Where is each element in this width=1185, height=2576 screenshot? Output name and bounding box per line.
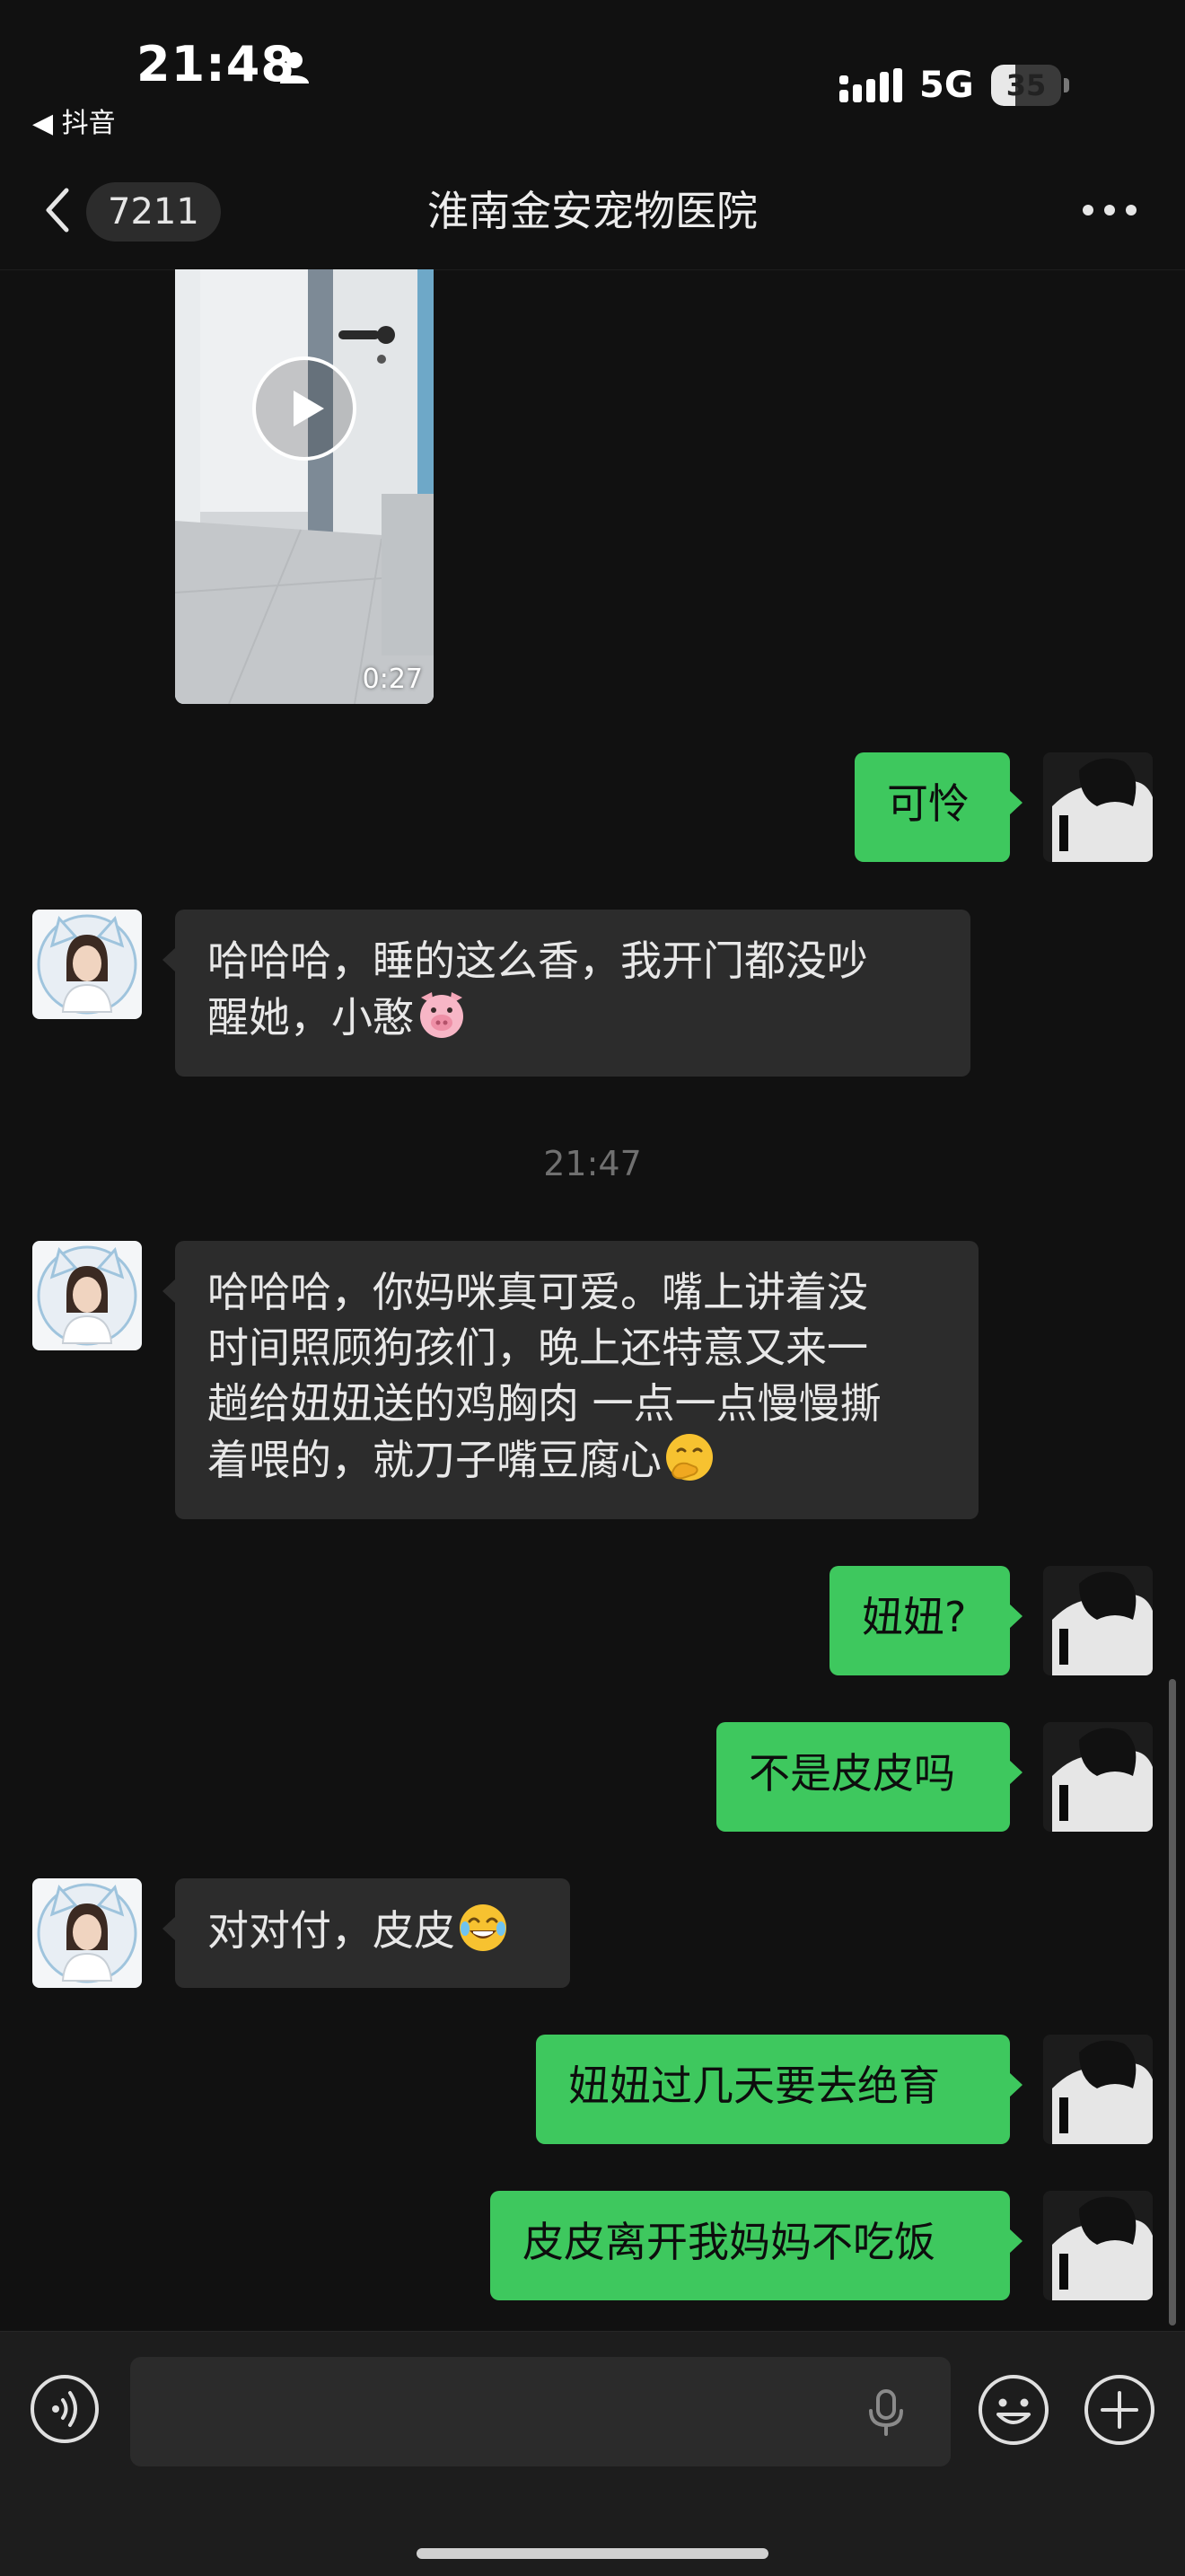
my-avatar[interactable] [1043, 2191, 1153, 2300]
my-avatar[interactable] [1043, 2035, 1153, 2144]
message-text-line: 醒她，小憨 [207, 993, 414, 1042]
battery-icon: 35 [991, 65, 1070, 106]
my-avatar[interactable] [1043, 752, 1153, 862]
message-text: 对对付，皮皮 [207, 1906, 455, 1955]
message-text-line: 时间照顾狗孩们，晚上还特意又来一 [207, 1323, 868, 1372]
message-text-line: 哈哈哈，你妈咪真可爱。嘴上讲着没 [207, 1268, 868, 1316]
voice-input-icon[interactable] [29, 2373, 101, 2445]
microphone-icon[interactable] [864, 2387, 908, 2438]
network-type: 5G [919, 65, 974, 106]
video-duration: 0:27 [362, 664, 423, 695]
emoji-picker-icon[interactable] [977, 2373, 1050, 2447]
play-icon[interactable] [250, 355, 358, 462]
input-bar [0, 2331, 1185, 2576]
chat-timestamp: 21:47 [543, 1144, 642, 1183]
tears-of-joy-emoji [460, 1904, 506, 1951]
video-message[interactable]: 0:27 [175, 269, 434, 704]
thinking-hand-over-mouth-emoji [666, 1434, 713, 1481]
message-bubble[interactable]: 可怜 [855, 752, 1023, 862]
more-options-icon[interactable] [1081, 203, 1138, 217]
message-bubble[interactable]: 妞妞过几天要去绝育 [536, 2035, 1023, 2144]
message-text: 不是皮皮吗 [749, 1749, 955, 1798]
status-time: 21:48 [136, 36, 295, 92]
message-bubble[interactable]: 对对付，皮皮 [162, 1878, 570, 1988]
message-text-line: 着喂的，就刀子嘴豆腐心 [207, 1436, 662, 1484]
plus-icon[interactable] [1083, 2373, 1156, 2447]
contact-avatar[interactable] [32, 1241, 142, 1350]
contact-avatar[interactable] [32, 1878, 142, 1988]
back-to-app-link[interactable]: ◀ 抖音 [32, 101, 116, 140]
unread-count-badge[interactable]: 7211 [86, 182, 221, 242]
signal-strength-icon [839, 68, 902, 102]
status-bar: 21:48 ◀ 抖音 5G 35 [0, 0, 1185, 162]
home-indicator[interactable] [417, 2548, 768, 2559]
battery-level: 35 [1005, 68, 1047, 102]
contact-avatar[interactable] [32, 910, 142, 1019]
chat-title: 淮南金安宠物医院 [427, 187, 758, 235]
message-bubble[interactable]: 哈哈哈，睡的这么香，我开门都没吵 醒她，小憨 [162, 910, 970, 1077]
my-avatar[interactable] [1043, 1722, 1153, 1832]
pig-face-emoji [420, 992, 463, 1038]
message-text-line: 哈哈哈，睡的这么香，我开门都没吵 [207, 936, 868, 985]
person-icon [280, 52, 309, 84]
message-text: 可怜 [887, 779, 970, 828]
message-text: 妞妞? [862, 1593, 967, 1641]
message-bubble[interactable]: 不是皮皮吗 [716, 1722, 1023, 1832]
message-bubble[interactable]: 妞妞? [830, 1566, 1023, 1675]
scrollbar[interactable] [1169, 1679, 1176, 2325]
message-text: 妞妞过几天要去绝育 [568, 2062, 940, 2110]
back-arrow-icon[interactable] [40, 183, 75, 237]
message-text-line: 趟给妞妞送的鸡胸肉 一点一点慢慢撕 [207, 1379, 882, 1428]
chat-header: 7211 淮南金安宠物医院 [0, 162, 1185, 270]
video-thumbnail [175, 269, 434, 704]
message-text: 皮皮离开我妈妈不吃饭 [522, 2218, 935, 2266]
message-input[interactable] [130, 2357, 951, 2466]
my-avatar[interactable] [1043, 1566, 1153, 1675]
message-list[interactable]: 0:27 可怜 哈哈哈，睡的这么香，我开门都没吵 醒她，小憨 21:47 哈哈哈… [0, 269, 1185, 2331]
message-bubble[interactable]: 哈哈哈，你妈咪真可爱。嘴上讲着没 时间照顾狗孩们，晚上还特意又来一 趟给妞妞送的… [162, 1241, 979, 1519]
message-bubble[interactable]: 皮皮离开我妈妈不吃饭 [490, 2191, 1023, 2300]
